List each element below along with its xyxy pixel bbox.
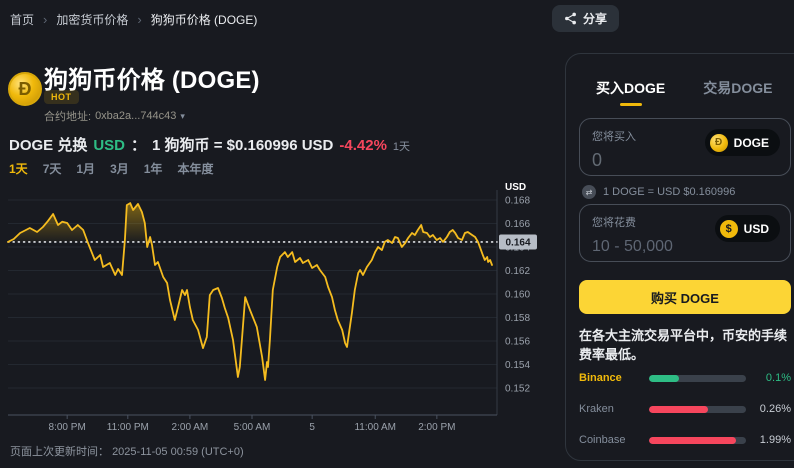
share-button[interactable]: 分享 bbox=[552, 5, 619, 32]
exchange-name: Kraken bbox=[579, 403, 649, 415]
fee-comparison: Binance 0.1% Kraken 0.26% Coinbase 1.99% bbox=[579, 372, 791, 465]
fee-bar-track bbox=[649, 437, 746, 444]
svg-text:0.152: 0.152 bbox=[505, 384, 530, 395]
doge-coin-icon: Ð bbox=[710, 134, 728, 152]
exchange-name: Binance bbox=[579, 372, 649, 384]
svg-text:2:00 PM: 2:00 PM bbox=[418, 422, 455, 433]
svg-text:2:00 AM: 2:00 AM bbox=[172, 422, 209, 433]
change-percent: -4.42% bbox=[339, 137, 387, 154]
fee-bar-fill bbox=[649, 375, 679, 382]
svg-text:11:00 AM: 11:00 AM bbox=[354, 422, 396, 433]
last-updated-value: 2025-11-05 00:59 (UTC+0) bbox=[112, 446, 244, 458]
svg-text:5: 5 bbox=[309, 422, 315, 433]
svg-text:0.154: 0.154 bbox=[505, 360, 530, 371]
contract-address[interactable]: 合约地址: 0xba2a...744c43 ▾ bbox=[44, 108, 185, 124]
price-summary: DOGE 兑换 USD ： 1 狗狗币 = $0.160996 USD -4.4… bbox=[9, 134, 410, 155]
fee-bar-fill bbox=[649, 437, 736, 444]
fee-row-binance: Binance 0.1% bbox=[579, 372, 791, 384]
buy-doge-button[interactable]: 购买 DOGE bbox=[579, 280, 791, 314]
last-updated: 页面上次更新时间： 2025-11-05 00:59 (UTC+0) bbox=[10, 443, 244, 459]
pair-quote: USD bbox=[93, 137, 125, 154]
fee-row-kraken: Kraken 0.26% bbox=[579, 403, 791, 415]
exchange-name: Coinbase bbox=[579, 434, 649, 446]
svg-text:0.164: 0.164 bbox=[505, 237, 530, 248]
conversion-rate-row: ⇄ 1 DOGE = USD $0.160996 bbox=[582, 185, 735, 199]
rate-text: 1 狗狗币 = $0.160996 USD bbox=[152, 134, 333, 155]
breadcrumb-current: 狗狗币价格 (DOGE) bbox=[151, 11, 258, 28]
swap-icon: ⇄ bbox=[582, 185, 596, 199]
range-tab-7d[interactable]: 7天 bbox=[43, 160, 62, 177]
price-chart-svg: 0.168 0.166 0.164 0.162 0.160 0.158 0.156 0.154… bbox=[0, 178, 545, 442]
breadcrumb-crypto-prices[interactable]: 加密货币价格 bbox=[56, 11, 128, 28]
spend-amount-box[interactable]: 您将花费 10 - 50,000 $ USD bbox=[579, 204, 791, 262]
fee-row-coinbase: Coinbase 1.99% bbox=[579, 434, 791, 446]
fee-bar-fill bbox=[649, 406, 708, 413]
tab-buy-doge[interactable]: 买入DOGE bbox=[596, 78, 665, 106]
change-period: 1天 bbox=[393, 138, 410, 154]
buy-panel: 买入DOGE 交易DOGE 您将买入 0 Ð DOGE ⇄ 1 DOGE = U… bbox=[565, 53, 794, 461]
svg-text:5:00 AM: 5:00 AM bbox=[234, 422, 271, 433]
buy-panel-tabs: 买入DOGE 交易DOGE bbox=[566, 54, 794, 106]
svg-text:USD: USD bbox=[505, 182, 526, 193]
range-tab-ytd[interactable]: 本年度 bbox=[177, 160, 213, 177]
pair-colon: ： bbox=[131, 134, 146, 155]
contract-value: 0xba2a...744c43 bbox=[95, 110, 176, 122]
tab-trade-doge[interactable]: 交易DOGE bbox=[703, 78, 772, 106]
fee-note: 在各大主流交易平台中，币安的手续费率最低。 bbox=[579, 327, 793, 365]
fee-value: 0.26% bbox=[746, 403, 791, 415]
svg-text:0.162: 0.162 bbox=[505, 266, 530, 277]
share-icon bbox=[564, 12, 577, 25]
range-tab-3m[interactable]: 3月 bbox=[110, 160, 129, 177]
svg-text:0.168: 0.168 bbox=[505, 196, 530, 207]
range-tab-1d[interactable]: 1天 bbox=[9, 160, 28, 177]
fee-bar-track bbox=[649, 406, 746, 413]
chevron-right-icon: › bbox=[43, 12, 47, 27]
fee-value: 0.1% bbox=[746, 372, 791, 384]
contract-label: 合约地址: bbox=[44, 108, 91, 124]
svg-text:11:00 PM: 11:00 PM bbox=[107, 422, 149, 433]
range-tab-1y[interactable]: 1年 bbox=[144, 160, 163, 177]
chevron-down-icon: ▾ bbox=[180, 111, 185, 122]
usd-chip-label: USD bbox=[744, 222, 769, 236]
range-tab-1m[interactable]: 1月 bbox=[76, 160, 95, 177]
chevron-right-icon: › bbox=[137, 12, 141, 27]
last-updated-label: 页面上次更新时间： bbox=[10, 446, 109, 458]
svg-text:8:00 PM: 8:00 PM bbox=[49, 422, 86, 433]
hot-badge: HOT bbox=[44, 90, 79, 104]
conversion-rate-text: 1 DOGE = USD $0.160996 bbox=[603, 186, 735, 198]
range-tabs: 1天 7天 1月 3月 1年 本年度 bbox=[9, 160, 213, 177]
breadcrumb: 首页 › 加密货币价格 › 狗狗币价格 (DOGE) bbox=[10, 11, 257, 28]
svg-text:0.156: 0.156 bbox=[505, 337, 530, 348]
doge-logo-icon: Ð bbox=[8, 72, 42, 106]
pair-prefix: DOGE 兑换 bbox=[9, 134, 87, 155]
usd-currency-chip[interactable]: $ USD bbox=[715, 215, 780, 242]
svg-text:0.160: 0.160 bbox=[505, 290, 530, 301]
svg-text:0.166: 0.166 bbox=[505, 219, 530, 230]
buy-amount-box[interactable]: 您将买入 0 Ð DOGE bbox=[579, 118, 791, 176]
doge-price-page: 首页 › 加密货币价格 › 狗狗币价格 (DOGE) 分享 Ð 狗狗币价格 (D… bbox=[0, 0, 794, 468]
price-chart[interactable]: 0.168 0.166 0.164 0.162 0.160 0.158 0.156 0.154… bbox=[0, 178, 545, 442]
doge-chip-label: DOGE bbox=[734, 136, 769, 150]
breadcrumb-home[interactable]: 首页 bbox=[10, 11, 34, 28]
fee-value: 1.99% bbox=[746, 434, 791, 446]
svg-text:0.158: 0.158 bbox=[505, 313, 530, 324]
fee-bar-track bbox=[649, 375, 746, 382]
doge-currency-chip[interactable]: Ð DOGE bbox=[705, 129, 780, 156]
dollar-coin-icon: $ bbox=[720, 220, 738, 238]
share-label: 分享 bbox=[583, 10, 607, 27]
